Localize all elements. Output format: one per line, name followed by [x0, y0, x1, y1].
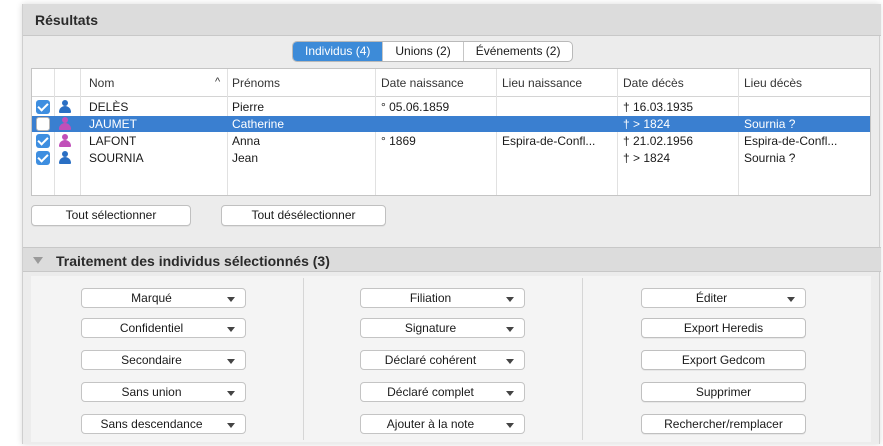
cell-date-deces: † 21.02.1956	[623, 134, 694, 148]
female-person-icon	[59, 134, 71, 148]
select-all-button[interactable]: Tout sélectionner	[31, 205, 191, 226]
cell-lieu-deces: Espira-de-Confl...	[744, 134, 838, 148]
dropdown-label: Sans union	[121, 385, 182, 399]
column-divider	[617, 69, 618, 195]
column-divider	[227, 69, 228, 195]
column-divider	[496, 69, 497, 195]
results-title: Résultats	[35, 12, 99, 28]
column-header-date-naissance[interactable]: Date naissance	[381, 76, 464, 90]
dropdown-label: Secondaire	[121, 353, 182, 367]
chevron-down-icon	[787, 297, 795, 302]
dropdown-label: Signature	[404, 321, 457, 335]
signature-dropdown[interactable]: Signature	[360, 318, 525, 338]
cell-date-naissance: ° 05.06.1859	[381, 100, 450, 114]
column-divider	[375, 69, 376, 195]
dropdown-label: Filiation	[409, 291, 452, 305]
tab-evenements[interactable]: Événements (2)	[462, 42, 573, 61]
deselect-all-button[interactable]: Tout désélectionner	[221, 205, 386, 226]
chevron-down-icon	[227, 391, 235, 396]
table-row[interactable]: SOURNIA Jean † > 1824 Sournia ?	[32, 150, 870, 166]
row-checkbox[interactable]	[36, 117, 50, 131]
dropdown-label: Sans descendance	[100, 417, 203, 431]
export-heredis-button[interactable]: Export Heredis	[641, 318, 806, 338]
cell-date-deces: † > 1824	[623, 117, 671, 131]
disclosure-triangle-icon[interactable]	[33, 257, 43, 264]
filiation-dropdown[interactable]: Filiation	[360, 288, 525, 308]
tab-individus[interactable]: Individus (4)	[293, 42, 383, 61]
column-divider	[80, 69, 81, 195]
column-divider	[303, 278, 304, 440]
cell-nom: SOURNIA	[89, 151, 144, 165]
cell-lieu-deces: Sournia ?	[744, 117, 796, 131]
column-header-prenoms[interactable]: Prénoms	[232, 76, 280, 90]
ajouter-a-la-note-dropdown[interactable]: Ajouter à la note	[360, 414, 525, 434]
export-gedcom-button[interactable]: Export Gedcom	[641, 350, 806, 370]
cell-nom: LAFONT	[89, 134, 137, 148]
chevron-down-icon	[227, 297, 235, 302]
table-header: Nom ^ Prénoms Date naissance Lieu naissa…	[32, 69, 870, 97]
cell-date-deces: † 16.03.1935	[623, 100, 694, 114]
column-header-lieu-deces[interactable]: Lieu décès	[744, 76, 802, 90]
chevron-down-icon	[227, 423, 235, 428]
cell-prenoms: Jean	[232, 151, 259, 165]
cell-nom: JAUMET	[89, 117, 137, 131]
dropdown-label: Déclaré complet	[387, 385, 474, 399]
male-person-icon	[59, 151, 71, 165]
cell-lieu-deces: Sournia ?	[744, 151, 796, 165]
results-tabs: Individus (4) Unions (2) Événements (2)	[292, 41, 574, 62]
declare-complet-dropdown[interactable]: Déclaré complet	[360, 382, 525, 402]
sans-union-dropdown[interactable]: Sans union	[81, 382, 246, 402]
results-panel: Résultats Individus (4) Unions (2) Événe…	[22, 4, 881, 444]
sort-ascending-icon[interactable]: ^	[215, 76, 220, 88]
supprimer-button[interactable]: Supprimer	[641, 382, 806, 402]
results-header: Résultats	[23, 4, 881, 36]
row-checkbox[interactable]	[36, 134, 50, 148]
chevron-down-icon	[227, 327, 235, 332]
table-row[interactable]: DELÈS Pierre ° 05.06.1859 † 16.03.1935	[32, 99, 870, 115]
table-row[interactable]: LAFONT Anna ° 1869 Espira-de-Confl... † …	[32, 133, 870, 149]
marque-dropdown[interactable]: Marqué	[81, 288, 246, 308]
dropdown-label: Déclaré cohérent	[384, 353, 477, 367]
chevron-down-icon	[506, 297, 514, 302]
results-table: Nom ^ Prénoms Date naissance Lieu naissa…	[31, 68, 871, 196]
dropdown-label: Éditer	[695, 291, 728, 305]
column-divider	[738, 69, 739, 195]
treatment-title: Traitement des individus sélectionnés (3…	[56, 253, 330, 269]
editer-dropdown[interactable]: Éditer	[641, 288, 806, 308]
row-checkbox[interactable]	[36, 100, 50, 114]
female-person-icon	[59, 117, 71, 131]
confidentiel-dropdown[interactable]: Confidentiel	[81, 318, 246, 338]
cell-prenoms: Catherine	[232, 117, 285, 131]
chevron-down-icon	[506, 423, 514, 428]
column-divider	[582, 278, 583, 440]
chevron-down-icon	[227, 359, 235, 364]
column-header-date-deces[interactable]: Date décès	[623, 76, 684, 90]
chevron-down-icon	[506, 327, 514, 332]
treatment-area: Marqué Confidentiel Secondaire Sans unio…	[31, 276, 871, 442]
chevron-down-icon	[506, 359, 514, 364]
cell-nom: DELÈS	[89, 100, 129, 114]
column-divider	[54, 69, 55, 195]
cell-prenoms: Pierre	[232, 100, 265, 114]
sans-descendance-dropdown[interactable]: Sans descendance	[81, 414, 246, 434]
secondaire-dropdown[interactable]: Secondaire	[81, 350, 246, 370]
chevron-down-icon	[506, 391, 514, 396]
row-checkbox[interactable]	[36, 151, 50, 165]
dropdown-label: Marqué	[131, 291, 172, 305]
declare-coherent-dropdown[interactable]: Déclaré cohérent	[360, 350, 525, 370]
column-header-lieu-naissance[interactable]: Lieu naissance	[502, 76, 582, 90]
cell-lieu-naissance: Espira-de-Confl...	[502, 134, 596, 148]
cell-date-naissance: ° 1869	[381, 134, 416, 148]
table-row-selected[interactable]: JAUMET Catherine † > 1824 Sournia ?	[32, 116, 870, 132]
tab-unions[interactable]: Unions (2)	[382, 42, 462, 61]
cell-prenoms: Anna	[232, 134, 261, 148]
cell-date-deces: † > 1824	[623, 151, 671, 165]
treatment-header[interactable]: Traitement des individus sélectionnés (3…	[23, 247, 881, 272]
male-person-icon	[59, 100, 71, 114]
rechercher-remplacer-button[interactable]: Rechercher/remplacer	[641, 414, 806, 434]
column-header-nom[interactable]: Nom	[89, 76, 114, 90]
dropdown-label: Confidentiel	[119, 321, 184, 335]
dropdown-label: Ajouter à la note	[386, 417, 475, 431]
